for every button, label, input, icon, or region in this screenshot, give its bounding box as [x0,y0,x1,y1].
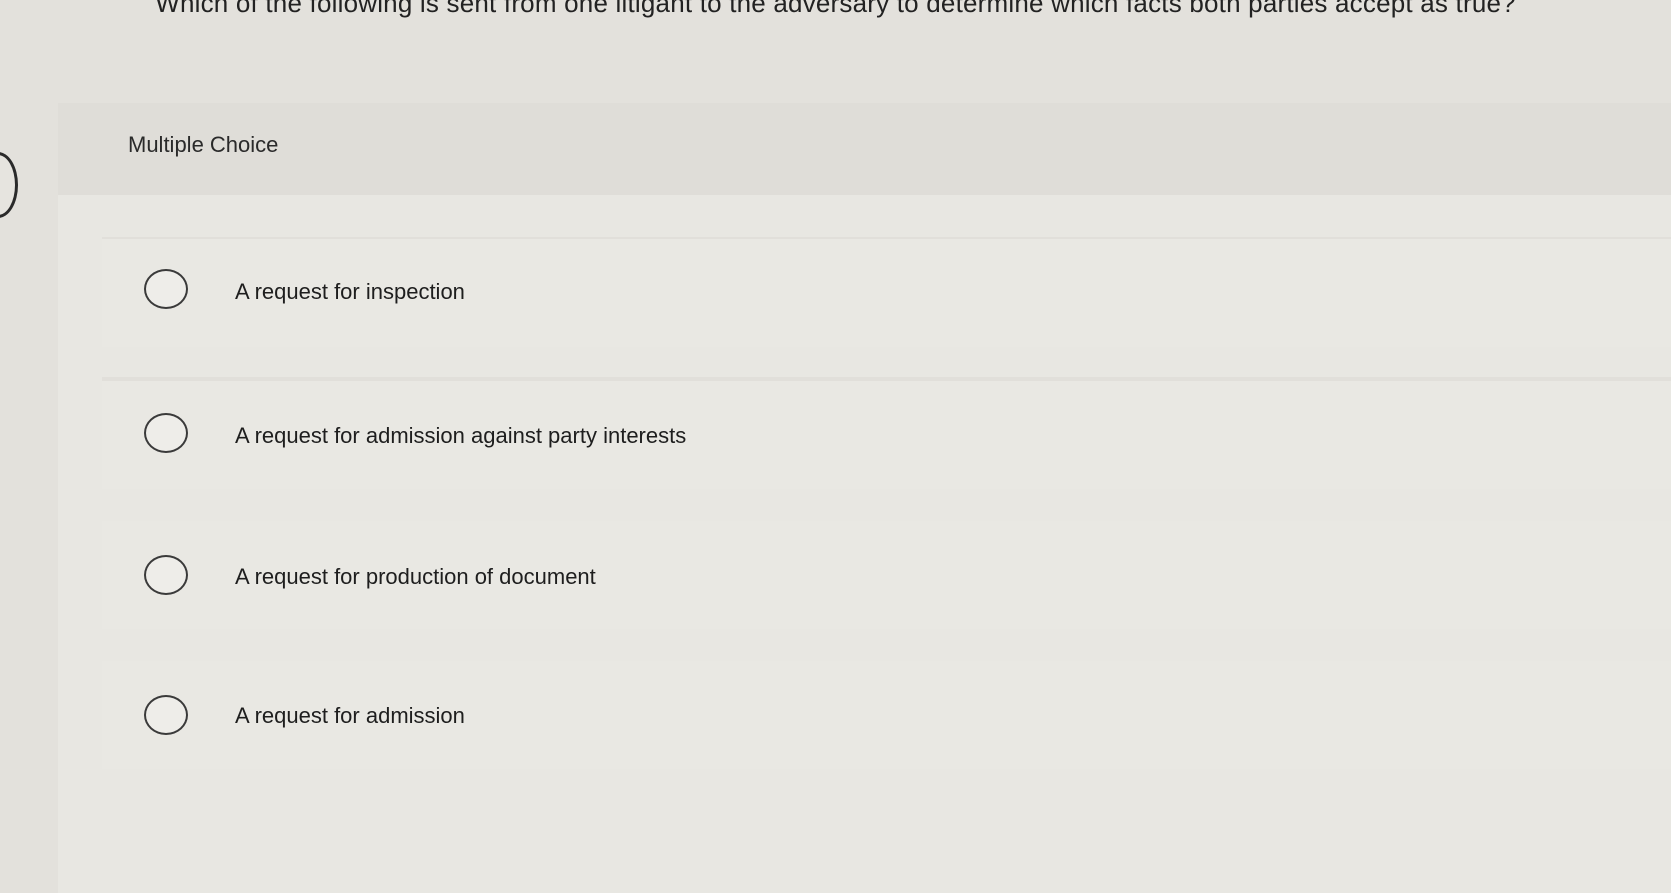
option-d[interactable]: A request for admission [102,661,1671,769]
option-a[interactable]: A request for inspection [102,239,1671,347]
radio-button[interactable] [144,269,188,309]
question-card: Multiple Choice A request for inspection… [58,103,1671,893]
option-label: A request for production of document [235,564,596,589]
radio-button[interactable] [144,555,188,595]
option-b[interactable]: A request for admission against party in… [102,381,1671,489]
option-label: A request for inspection [235,279,465,304]
card-header: Multiple Choice [58,103,1671,195]
previous-button[interactable] [0,152,18,218]
option-label: A request for admission against party in… [235,423,687,448]
question-type-label: Multiple Choice [128,132,279,157]
option-c[interactable]: A request for production of document [102,521,1671,629]
radio-button[interactable] [144,413,188,453]
question-text: Which of the following is sent from one … [155,0,1516,18]
option-label: A request for admission [235,703,465,728]
radio-button[interactable] [144,695,188,735]
